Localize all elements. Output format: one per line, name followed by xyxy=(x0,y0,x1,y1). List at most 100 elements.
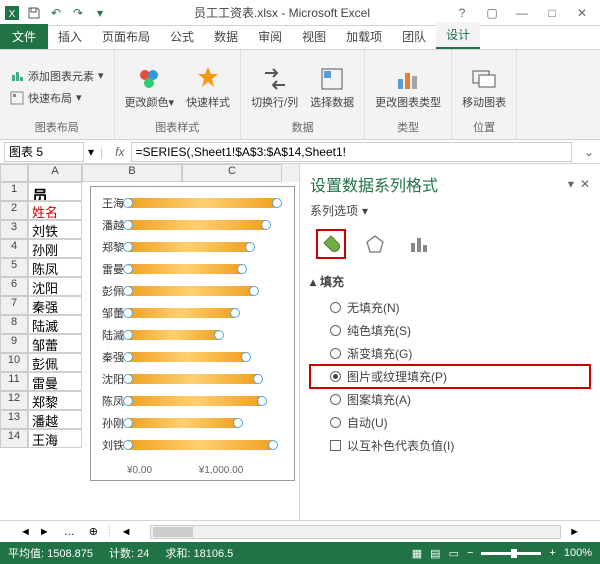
chart-bar[interactable] xyxy=(127,198,278,208)
cell[interactable]: 孙刚 xyxy=(28,239,82,258)
zoom-level[interactable]: 100% xyxy=(564,547,592,559)
chart-bar-row[interactable]: 彭佩 xyxy=(91,283,255,299)
pane-close-icon[interactable]: ✕ xyxy=(580,177,590,191)
select-data-button[interactable]: 选择数据 xyxy=(308,61,356,112)
row-header[interactable]: 12 xyxy=(0,391,28,410)
cell[interactable]: 秦强 xyxy=(28,296,82,315)
switch-row-col-button[interactable]: 切换行/列 xyxy=(249,61,300,112)
cell[interactable]: 王海 xyxy=(28,429,82,448)
col-header-b[interactable]: B xyxy=(82,164,182,182)
cell[interactable]: 陈凤 xyxy=(28,258,82,277)
view-normal-icon[interactable]: ▦ xyxy=(412,547,422,560)
radio-picture-fill[interactable]: 图片或纹理填充(P) xyxy=(310,365,590,388)
redo-icon[interactable]: ↷ xyxy=(70,5,86,21)
chart-bar[interactable] xyxy=(127,418,239,428)
fill-section-header[interactable]: ▴填充 xyxy=(310,273,590,290)
expand-formula-icon[interactable]: ⌄ xyxy=(578,145,600,159)
cell[interactable]: 沈阳 xyxy=(28,277,82,296)
row-header[interactable]: 11 xyxy=(0,372,28,391)
move-chart-button[interactable]: 移动图表 xyxy=(460,61,508,112)
cell[interactable]: 刘铁 xyxy=(28,220,82,239)
hscroll-right[interactable]: ► xyxy=(569,526,580,538)
chart-bar[interactable] xyxy=(127,440,274,450)
add-sheet-button[interactable]: ⊕ xyxy=(89,525,98,538)
chart-bar-row[interactable]: 雷曼 xyxy=(91,261,243,277)
tab-design[interactable]: 设计 xyxy=(436,22,480,49)
sheet-tab-ellipsis[interactable]: … xyxy=(58,524,81,540)
row-header[interactable]: 4 xyxy=(0,239,28,258)
tab-view[interactable]: 视图 xyxy=(292,24,336,49)
add-chart-element-button[interactable]: 添加图表元素▾ xyxy=(8,66,106,86)
tab-review[interactable]: 审阅 xyxy=(248,24,292,49)
row-header[interactable]: 2 xyxy=(0,201,28,220)
zoom-in-icon[interactable]: + xyxy=(549,547,555,559)
cell[interactable]: 邹蕾 xyxy=(28,334,82,353)
formula-input[interactable] xyxy=(131,142,572,162)
col-header-c[interactable]: C xyxy=(182,164,282,182)
chevron-down-icon[interactable]: ▾ xyxy=(88,145,94,159)
horizontal-scrollbar[interactable] xyxy=(150,525,562,539)
chart-bar-row[interactable]: 孙刚 xyxy=(91,415,239,431)
row-header[interactable]: 3 xyxy=(0,220,28,239)
radio-pattern-fill[interactable]: 图案填充(A) xyxy=(310,388,590,411)
quick-style-button[interactable]: 快速样式 xyxy=(184,61,232,112)
cell[interactable]: 郑黎 xyxy=(28,391,82,410)
row-header[interactable]: 6 xyxy=(0,277,28,296)
chart-bar-row[interactable]: 潘越 xyxy=(91,217,267,233)
fx-icon[interactable]: fx xyxy=(115,145,124,159)
pane-menu-icon[interactable]: ▾ xyxy=(568,177,574,191)
cell[interactable]: 陆滅 xyxy=(28,315,82,334)
chart-bar-row[interactable]: 王海 xyxy=(91,195,278,211)
radio-gradient-fill[interactable]: 渐变填充(G) xyxy=(310,342,590,365)
zoom-out-icon[interactable]: − xyxy=(467,547,473,559)
row-header[interactable]: 9 xyxy=(0,334,28,353)
row-header[interactable]: 5 xyxy=(0,258,28,277)
quick-layout-button[interactable]: 快速布局▾ xyxy=(8,88,106,108)
ribbon-toggle-icon[interactable]: ▢ xyxy=(482,6,502,20)
embedded-chart[interactable]: ¥0.00 ¥1,000.00 王海潘越郑黎雷曼彭佩邹蕾陆滅秦强沈阳陈凤孙刚刘铁 xyxy=(90,186,295,481)
cell[interactable]: 彭佩 xyxy=(28,353,82,372)
cell[interactable]: 雷曼 xyxy=(28,372,82,391)
worksheet[interactable]: A B C 1员2姓名3刘铁4孙刚5陈凤6沈阳7秦强8陆滅9邹蕾10彭佩11雷曼… xyxy=(0,164,300,520)
radio-auto-fill[interactable]: 自动(U) xyxy=(310,411,590,434)
row-header[interactable]: 8 xyxy=(0,315,28,334)
sheet-nav-next[interactable]: ► xyxy=(39,526,50,538)
radio-solid-fill[interactable]: 纯色填充(S) xyxy=(310,319,590,342)
tab-insert[interactable]: 插入 xyxy=(48,24,92,49)
fill-line-icon[interactable] xyxy=(316,229,346,259)
chart-bar-row[interactable]: 秦强 xyxy=(91,349,247,365)
hscroll-left[interactable]: ◄ xyxy=(121,526,132,538)
name-box[interactable] xyxy=(4,142,84,162)
maximize-icon[interactable]: □ xyxy=(542,6,562,20)
tab-formula[interactable]: 公式 xyxy=(160,24,204,49)
tab-data[interactable]: 数据 xyxy=(204,24,248,49)
chart-bar-row[interactable]: 沈阳 xyxy=(91,371,259,387)
chart-bar-row[interactable]: 陆滅 xyxy=(91,327,220,343)
effects-icon[interactable] xyxy=(360,229,390,259)
radio-no-fill[interactable]: 无填充(N) xyxy=(310,296,590,319)
chart-bar-row[interactable]: 刘铁 xyxy=(91,437,274,453)
tab-team[interactable]: 团队 xyxy=(392,24,436,49)
row-header[interactable]: 1 xyxy=(0,182,28,201)
chart-bar[interactable] xyxy=(127,220,267,230)
close-icon[interactable]: ✕ xyxy=(572,6,592,20)
tab-addin[interactable]: 加载项 xyxy=(336,24,392,49)
chart-bar[interactable] xyxy=(127,242,251,252)
help-icon[interactable]: ? xyxy=(452,6,472,20)
view-page-icon[interactable]: ▤ xyxy=(430,547,440,560)
zoom-slider[interactable] xyxy=(481,552,541,555)
row-header[interactable]: 13 xyxy=(0,410,28,429)
cell[interactable]: 员 xyxy=(28,182,82,201)
chart-bar[interactable] xyxy=(127,330,220,340)
tab-layout[interactable]: 页面布局 xyxy=(92,24,160,49)
cell[interactable]: 姓名 xyxy=(28,201,82,220)
change-chart-type-button[interactable]: 更改图表类型 xyxy=(373,61,443,112)
change-color-button[interactable]: 更改颜色▾ xyxy=(123,61,177,112)
row-header[interactable]: 14 xyxy=(0,429,28,448)
chart-bar[interactable] xyxy=(127,352,247,362)
save-icon[interactable] xyxy=(26,5,42,21)
col-header-a[interactable]: A xyxy=(28,164,82,182)
chart-bar-row[interactable]: 陈凤 xyxy=(91,393,263,409)
sheet-nav-prev[interactable]: ◄ xyxy=(20,526,31,538)
cell[interactable]: 潘越 xyxy=(28,410,82,429)
